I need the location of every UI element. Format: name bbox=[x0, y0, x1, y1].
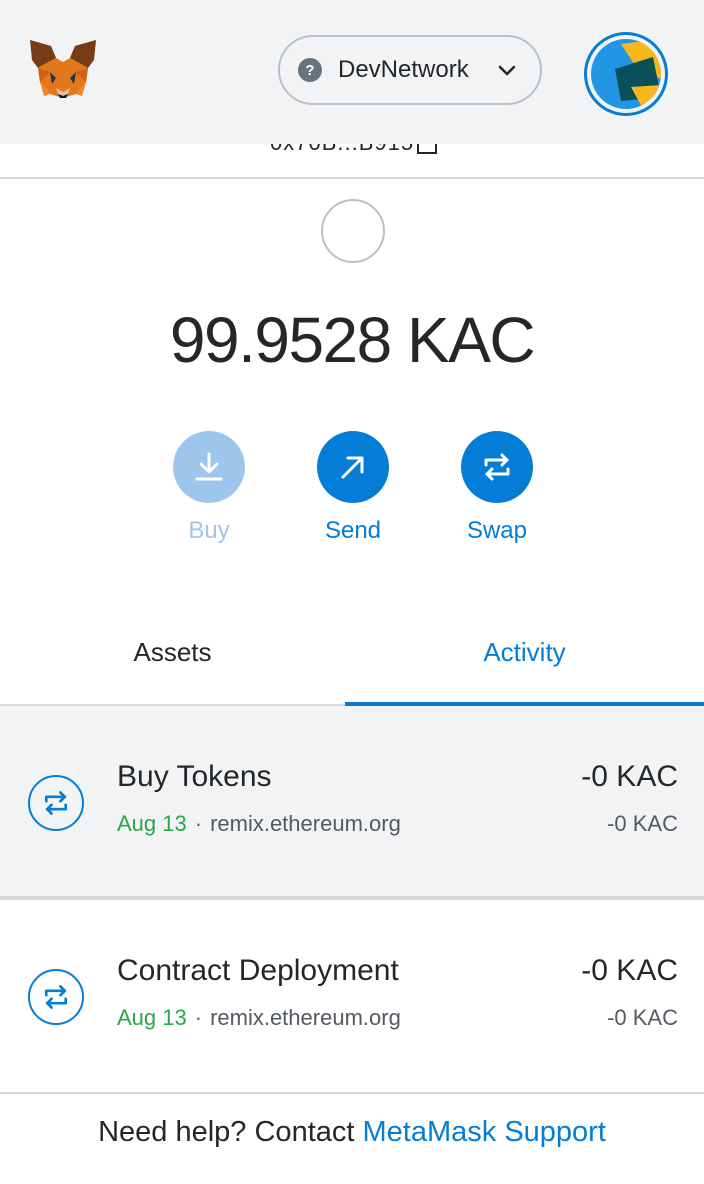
separator-dot: · bbox=[194, 811, 203, 836]
account-address-bar[interactable]: 0x70B...B915 bbox=[0, 144, 704, 179]
metamask-support-link[interactable]: MetaMask Support bbox=[363, 1116, 606, 1148]
transaction-secondary-amount: -0 KAC bbox=[607, 811, 678, 836]
network-selector[interactable]: ? DevNetwork bbox=[278, 35, 542, 105]
swap-button[interactable]: Swap bbox=[447, 431, 547, 545]
swap-label: Swap bbox=[466, 517, 528, 544]
app-header: ? DevNetwork bbox=[0, 0, 704, 144]
download-icon bbox=[173, 431, 245, 503]
tab-bar: Assets Activity bbox=[0, 600, 704, 706]
transaction-date: Aug 13 bbox=[117, 1005, 187, 1030]
interaction-icon bbox=[28, 969, 84, 1025]
tab-activity[interactable]: Activity bbox=[345, 600, 704, 706]
send-label: Send bbox=[324, 517, 382, 544]
transaction-list-item[interactable]: Contract Deployment Aug 13 · remix.ethereu… bbox=[0, 900, 704, 1094]
account-menu-button[interactable] bbox=[584, 32, 668, 116]
balance-display: 99.9528 KAC bbox=[169, 304, 536, 376]
transaction-origin: remix.ethereum.org bbox=[210, 811, 401, 836]
buy-button[interactable]: Buy bbox=[159, 431, 259, 545]
chevron-down-icon bbox=[498, 65, 516, 76]
account-identicon bbox=[591, 39, 661, 109]
network-help-icon: ? bbox=[298, 58, 322, 82]
transaction-primary-amount: -0 KAC bbox=[581, 954, 678, 987]
swap-icon bbox=[461, 431, 533, 503]
help-footer: Need help? Contact MetaMask Support bbox=[0, 1116, 704, 1149]
network-name: DevNetwork bbox=[338, 56, 469, 83]
transaction-title: Contract Deployment bbox=[117, 954, 399, 987]
help-text: Need help? Contact bbox=[98, 1116, 363, 1148]
transaction-list-item[interactable]: Buy Tokens Aug 13 · remix.ethereum.org -0 … bbox=[0, 706, 704, 900]
account-address: 0x70B...B915 bbox=[270, 144, 414, 156]
transaction-secondary-amount: -0 KAC bbox=[607, 1005, 678, 1030]
tab-assets[interactable]: Assets bbox=[0, 600, 345, 704]
buy-label: Buy bbox=[188, 517, 230, 544]
transaction-title: Buy Tokens bbox=[117, 760, 272, 793]
token-icon-placeholder bbox=[321, 199, 385, 263]
metamask-fox-icon[interactable] bbox=[28, 38, 98, 102]
send-button[interactable]: Send bbox=[303, 431, 403, 545]
transaction-subtitle: Aug 13 · remix.ethereum.org bbox=[117, 811, 401, 837]
copy-icon[interactable] bbox=[417, 144, 437, 154]
transaction-subtitle: Aug 13 · remix.ethereum.org bbox=[117, 1005, 401, 1031]
arrow-up-right-icon bbox=[317, 431, 389, 503]
separator-dot: · bbox=[194, 1005, 203, 1030]
transaction-primary-amount: -0 KAC bbox=[581, 760, 678, 793]
transaction-origin: remix.ethereum.org bbox=[210, 1005, 401, 1030]
transaction-date: Aug 13 bbox=[117, 811, 187, 836]
interaction-icon bbox=[28, 775, 84, 831]
